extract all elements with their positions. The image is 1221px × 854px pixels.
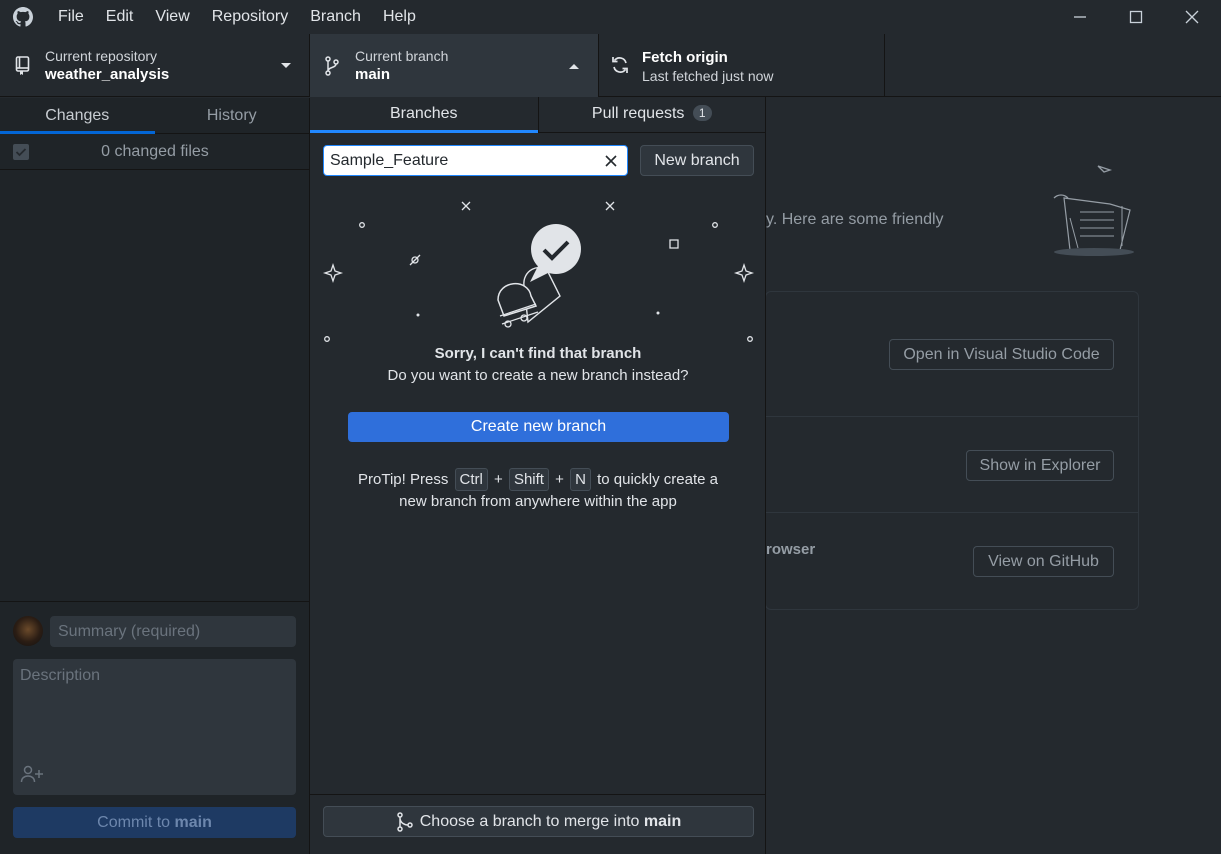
protip-suffix: to quickly create a [597,471,718,488]
merge-prefix: Choose a branch to merge into [419,812,644,830]
welcome-text-partial: y. Here are some friendly [766,211,944,228]
tab-pull-requests[interactable]: Pull requests 1 [537,97,766,132]
branch-dropdown-tabs: Branches Pull requests 1 [310,97,765,133]
view-on-github-button[interactable]: View on GitHub [973,546,1114,577]
sidebar-tabs: Changes History [0,98,309,134]
commit-branch: main [174,813,212,831]
divider [766,416,1138,417]
close-window-button[interactable] [1164,0,1220,34]
plus-sign: + [494,471,503,488]
fetch-title: Fetch origin [642,49,728,66]
branch-icon [325,56,339,76]
sync-icon [612,57,628,73]
current-branch-button[interactable]: Current branch main [310,34,599,97]
show-in-explorer-button[interactable]: Show in Explorer [966,450,1114,481]
protip: ProTip! Press Ctrl + Shift + N to quickl… [310,468,766,512]
summary-placeholder: Summary (required) [58,623,201,640]
commit-prefix: Commit to [97,813,175,831]
commit-area: Summary (required) Description Commit to… [0,601,309,854]
fetch-status: Last fetched just now [642,68,774,84]
github-logo-icon [13,7,33,27]
chevron-down-icon [281,63,291,68]
key-n: N [570,468,591,491]
description-placeholder: Description [20,667,101,684]
summary-input[interactable]: Summary (required) [50,616,296,647]
changes-sidebar: Changes History 0 changed files Summary … [0,98,310,854]
repository-name: weather_analysis [45,66,170,83]
fetch-origin-button[interactable]: Fetch origin Last fetched just now [599,34,885,97]
menu-branch[interactable]: Branch [299,0,372,34]
no-branch-title: Sorry, I can't find that branch [434,345,642,362]
minimize-icon [1074,16,1086,18]
changed-files-header: 0 changed files [0,134,309,170]
description-input[interactable]: Description [13,659,296,795]
menu-repository[interactable]: Repository [201,0,299,34]
minimize-button[interactable] [1052,0,1108,34]
menu-edit[interactable]: Edit [95,0,145,34]
toolbar: Current repository weather_analysis Curr… [0,34,1221,97]
key-shift: Shift [508,468,549,491]
branch-dropdown: Branches Pull requests 1 Sample_Feature … [310,97,766,854]
changed-files-count: 0 changed files [101,143,209,160]
avatar [13,616,43,646]
chevron-up-icon [569,64,579,69]
branch-filter-input[interactable]: Sample_Feature [323,145,628,176]
menu-view[interactable]: View [144,0,200,34]
no-branches-illustration-icon [322,201,755,342]
browser-text-partial: rowser [766,541,816,558]
new-branch-button[interactable]: New branch [640,145,754,176]
plus-sign: + [555,471,564,488]
menu-help[interactable]: Help [372,0,427,34]
branch-label: Current branch [355,48,449,64]
choose-merge-branch-button[interactable]: Choose a branch to merge into main [323,806,754,837]
protip-prefix: ProTip! Press [358,471,449,488]
pull-requests-count-badge: 1 [692,105,712,121]
close-icon [1185,10,1199,24]
maximize-icon [1129,10,1143,24]
merge-footer: Choose a branch to merge into main [310,794,766,854]
repository-label: Current repository [45,48,158,64]
tab-history[interactable]: History [155,98,310,133]
open-vscode-button[interactable]: Open in Visual Studio Code [889,339,1114,370]
newspaper-illustration-icon [1053,165,1134,256]
tab-branches[interactable]: Branches [310,97,538,133]
merge-icon [397,811,413,832]
menu-file[interactable]: File [47,0,95,34]
branch-filter-value: Sample_Feature [330,152,449,169]
maximize-button[interactable] [1108,0,1164,34]
protip-line2: new branch from anywhere within the app [399,493,677,510]
current-repository-button[interactable]: Current repository weather_analysis [0,34,310,97]
tab-changes[interactable]: Changes [0,98,155,134]
main-content: y. Here are some friendly rowser Open in… [766,98,1221,854]
create-new-branch-button[interactable]: Create new branch [348,412,729,442]
repo-icon [15,56,30,75]
pull-requests-label: Pull requests [591,105,685,122]
key-ctrl: Ctrl [454,468,488,491]
no-branch-subtitle: Do you want to create a new branch inste… [387,367,689,384]
divider [766,512,1138,513]
merge-branch: main [643,812,682,830]
title-bar: File Edit View Repository Branch Help [0,0,1221,34]
branch-name: main [355,66,391,83]
add-coauthor-icon[interactable] [20,765,44,783]
clear-filter-icon[interactable] [604,154,618,168]
commit-button[interactable]: Commit to main [13,807,296,838]
